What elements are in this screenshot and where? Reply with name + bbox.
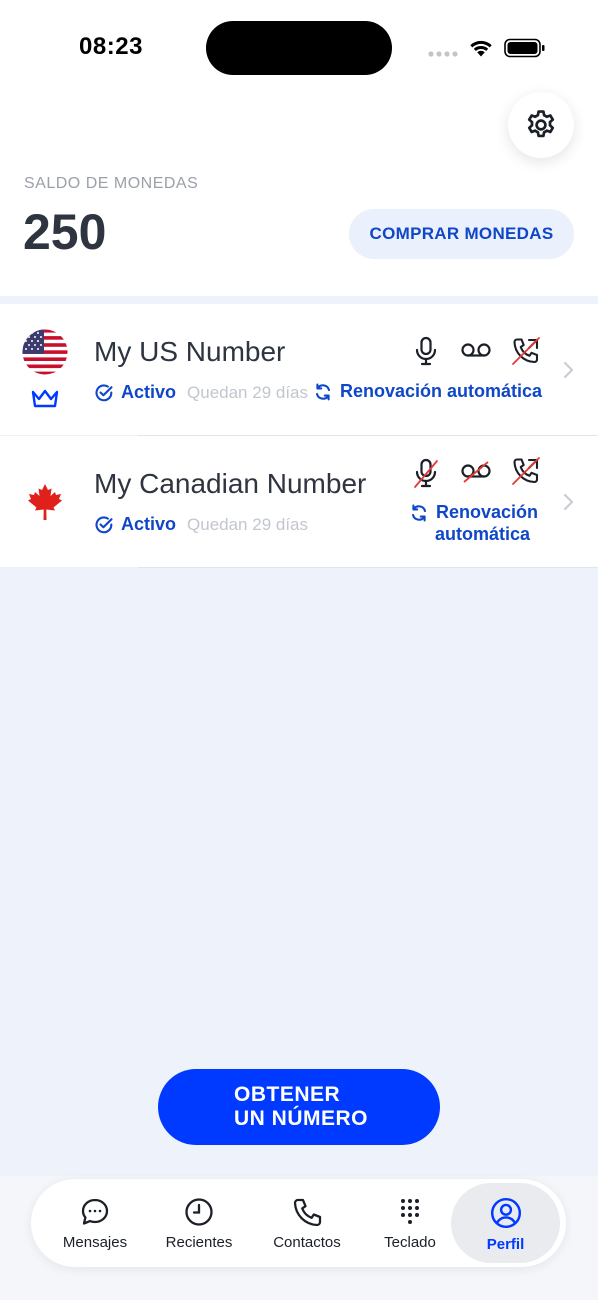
tab-recientes[interactable]: Recientes	[153, 1179, 245, 1267]
crown-icon	[31, 389, 59, 408]
gear-icon	[527, 110, 555, 138]
tab-teclado[interactable]: Teclado	[367, 1179, 453, 1267]
battery-icon	[504, 38, 545, 58]
chat-bubble-icon	[81, 1198, 109, 1225]
dynamic-island	[206, 21, 392, 75]
chevron-right-icon	[563, 493, 574, 511]
tab-mensajes[interactable]: Mensajes	[49, 1179, 141, 1267]
microphone-icon	[415, 336, 437, 366]
buy-coins-button[interactable]: COMPRAR MONEDAS	[349, 209, 574, 259]
section-divider	[0, 296, 598, 304]
wifi-icon	[470, 40, 492, 57]
status-active-label: Activo	[121, 382, 177, 402]
tab-perfil[interactable]: Perfil	[451, 1183, 560, 1263]
number-name: My US Number	[94, 336, 286, 367]
refresh-icon	[315, 383, 331, 400]
number-status: Activo Quedan 29 días	[94, 514, 308, 535]
days-remaining: Quedan 29 días	[187, 382, 308, 402]
refresh-icon	[411, 504, 427, 521]
status-active-label: Activo	[121, 514, 177, 534]
get-number-label-line2: UN NÚMERO	[234, 1107, 368, 1130]
chevron-right-icon	[563, 361, 574, 379]
balance-label: SALDO DE MONEDAS	[24, 175, 199, 192]
tab-bar: Mensajes Recientes Contactos Teclado Per…	[31, 1179, 566, 1267]
status-time: 08:23	[79, 33, 143, 60]
tab-label: Recientes	[165, 1234, 233, 1251]
settings-button[interactable]	[508, 92, 574, 158]
cellular-signal-icon	[428, 51, 458, 57]
auto-renewal: Renovación automática	[409, 502, 544, 545]
get-number-button[interactable]: OBTENER UN NÚMERO	[158, 1069, 440, 1145]
phone-icon	[293, 1198, 322, 1227]
auto-renewal-label-line2: automática	[435, 524, 531, 544]
keypad-icon	[401, 1199, 419, 1224]
canada-flag-icon	[28, 484, 62, 520]
check-circle-icon	[95, 515, 113, 533]
tab-label: Teclado	[384, 1234, 436, 1251]
call-forward-disabled-icon	[512, 457, 540, 485]
list-separator	[138, 567, 598, 568]
profile-icon	[490, 1197, 521, 1229]
number-card-ca[interactable]: My Canadian Number Activo Quedan 29 días…	[0, 436, 598, 567]
tab-label: Mensajes	[62, 1234, 128, 1251]
clock-icon	[185, 1198, 213, 1226]
get-number-label-line1: OBTENER	[234, 1083, 341, 1106]
auto-renewal-label: Renovación automática	[340, 381, 543, 401]
auto-renewal-label-line1: Renovación	[436, 502, 539, 522]
number-status: Activo Quedan 29 días	[94, 382, 308, 403]
number-card-us[interactable]: My US Number Activo Quedan 29 días Renov…	[0, 304, 598, 435]
microphone-disabled-icon	[414, 458, 438, 488]
tab-label: Perfil	[486, 1236, 525, 1253]
tab-contactos[interactable]: Contactos	[259, 1179, 355, 1267]
balance-value: 250	[23, 204, 107, 260]
number-name: My Canadian Number	[94, 468, 367, 499]
days-remaining: Quedan 29 días	[187, 514, 308, 534]
tab-label: Contactos	[273, 1234, 341, 1251]
check-circle-icon	[95, 383, 113, 401]
auto-renewal: Renovación automática	[311, 381, 543, 402]
voicemail-icon	[461, 343, 491, 357]
us-flag-icon	[22, 329, 68, 375]
voicemail-disabled-icon	[461, 461, 491, 483]
call-forward-disabled-icon	[512, 337, 540, 365]
